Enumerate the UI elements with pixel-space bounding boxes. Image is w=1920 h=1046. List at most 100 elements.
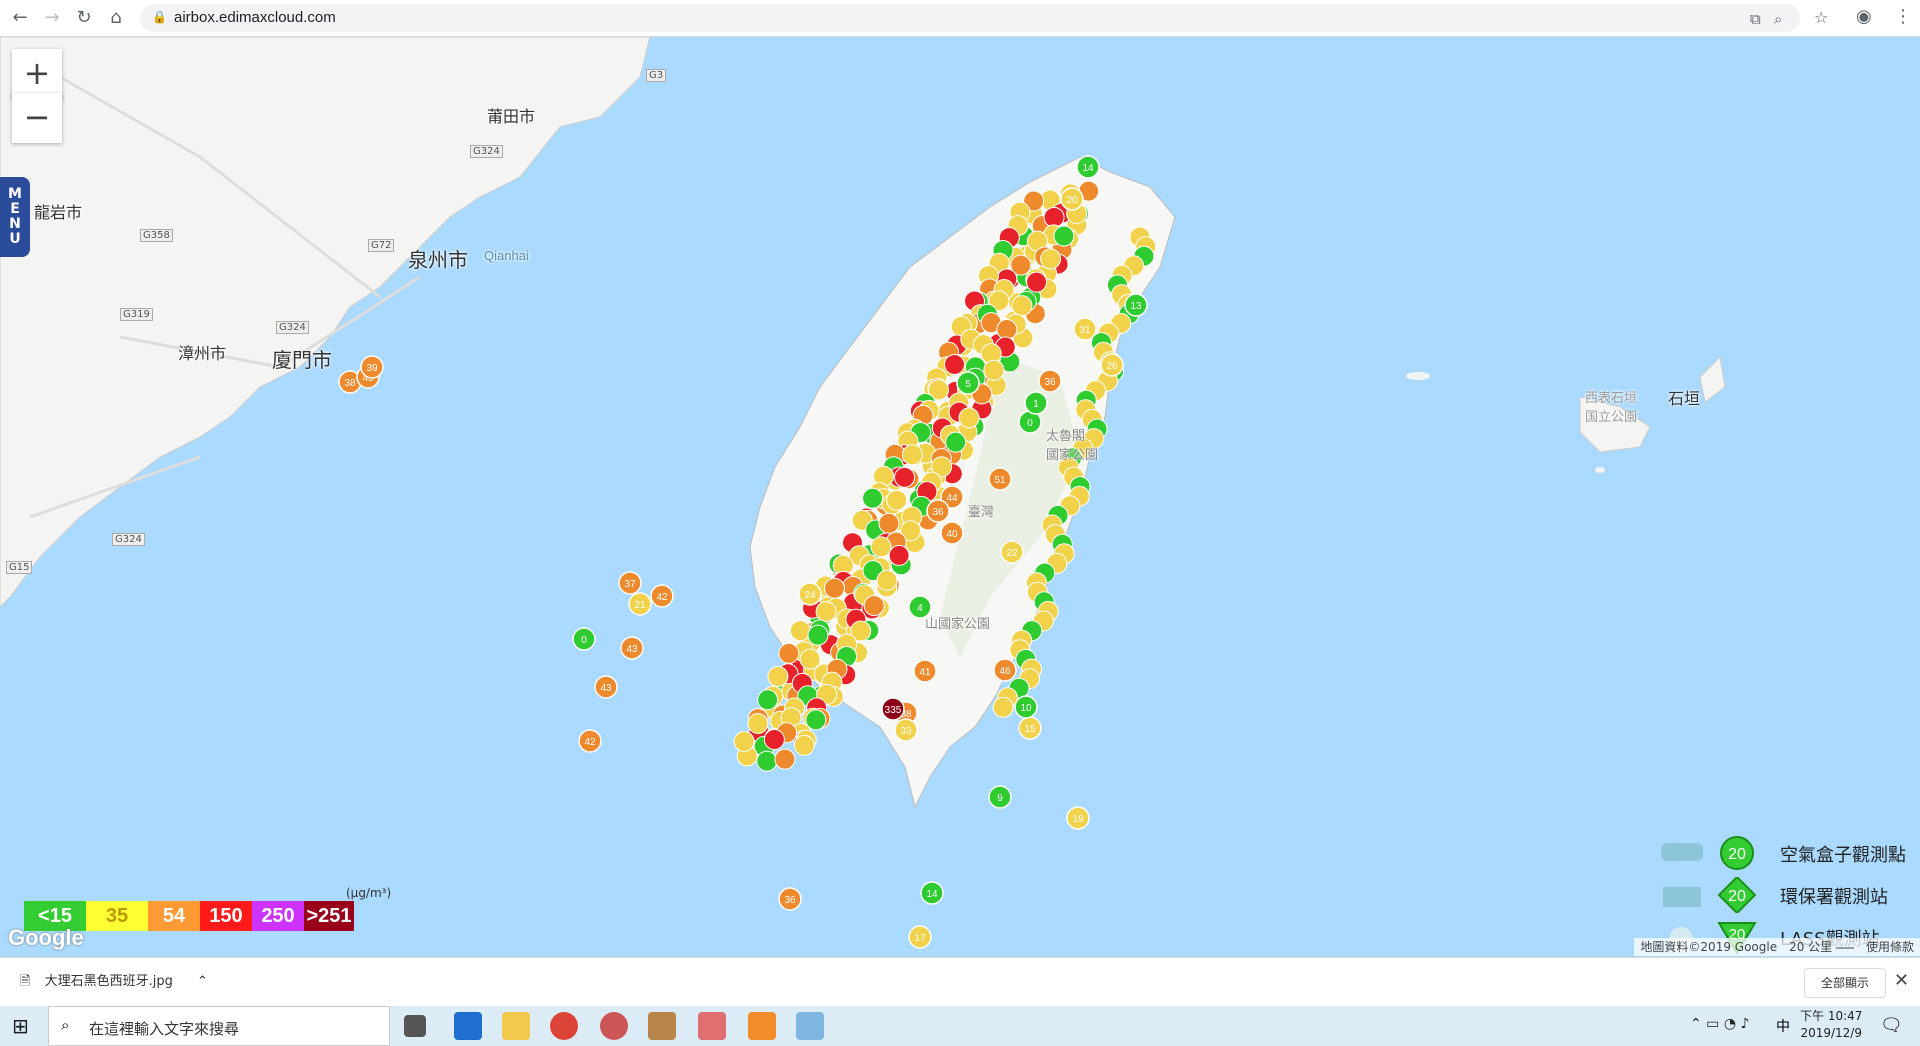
star-icon[interactable]: ☆ [1814,8,1828,27]
airbox-marker[interactable] [1026,271,1048,293]
airbox-marker[interactable] [824,577,846,599]
airbox-marker[interactable]: 335 [881,697,905,721]
airbox-marker[interactable]: 31 [1073,317,1097,341]
account-icon[interactable]: ◉ [1856,6,1872,27]
airbox-marker[interactable]: 26 [1100,353,1124,377]
airbox-marker[interactable] [862,487,884,509]
airbox-marker[interactable]: 9 [988,785,1012,809]
airbox-marker[interactable] [945,431,967,453]
airbox-marker[interactable] [863,595,885,617]
airbox-marker[interactable]: 1 [1024,391,1048,415]
airbox-marker[interactable] [807,624,829,646]
notification-icon[interactable]: 🗨 [1880,1015,1903,1036]
app-icon[interactable] [796,1012,824,1040]
close-icon[interactable]: ✕ [1894,970,1909,991]
file-explorer-icon[interactable] [502,1012,530,1040]
back-icon[interactable]: ← [8,6,32,30]
airbox-marker[interactable]: 36 [926,499,950,523]
home-icon[interactable]: ⌂ [104,6,128,30]
reload-icon[interactable]: ↻ [72,6,96,30]
airbox-marker[interactable]: 14 [920,881,944,905]
airbox-marker[interactable] [733,730,755,752]
airbox-marker[interactable]: 43 [594,675,618,699]
airbox-marker[interactable]: 14 [1076,155,1100,179]
app-icon[interactable] [698,1012,726,1040]
airbox-marker[interactable] [774,748,796,770]
airbox-marker[interactable]: 37 [618,571,642,595]
taskbar-search[interactable]: ⌕ 在這裡輸入文字來搜尋 [48,1006,390,1046]
airbox-marker[interactable] [763,729,785,751]
airbox-marker[interactable] [870,536,892,558]
airbox-marker[interactable]: 43 [620,636,644,660]
airbox-marker[interactable]: 19 [1066,806,1090,830]
airbox-marker[interactable]: 13 [1124,293,1148,317]
zoom-out-button[interactable]: − [12,93,62,143]
airbox-marker[interactable] [799,648,821,670]
airbox-marker[interactable] [983,359,1005,381]
airbox-marker[interactable]: 33 [894,718,918,742]
airbox-marker[interactable] [778,642,800,664]
task-view-icon[interactable] [404,1015,426,1037]
airbox-marker[interactable] [996,318,1018,340]
zoom-icon[interactable]: ⌕ [1774,10,1782,28]
airbox-marker[interactable] [1040,248,1062,270]
airbox-marker[interactable] [878,512,900,534]
airbox-marker[interactable] [958,407,980,429]
airbox-marker[interactable]: 39 [360,355,384,379]
menu-tab[interactable]: MENU [0,177,30,257]
ime-indicator[interactable]: 中 [1776,1016,1790,1036]
app-icon[interactable] [600,1012,628,1040]
airbox-marker[interactable] [757,689,779,711]
airbox-marker[interactable]: 24 [798,582,822,606]
more-icon[interactable]: ⋮ [1894,6,1912,27]
airbox-marker[interactable] [789,620,811,642]
map-canvas[interactable]: 38 45 39 37 21 42 43 0 43 42 14 20 24 5 0 1 36 51 44 40 36 4 4… [0,37,1920,957]
airbox-marker[interactable] [1053,225,1075,247]
show-all-button[interactable]: 全部顯示 [1804,968,1886,998]
translate-icon[interactable]: ⧉ [1750,10,1761,28]
airbox-marker[interactable]: 10 [1014,695,1038,719]
airbox-marker[interactable]: 42 [650,584,674,608]
airbox-marker[interactable]: 36 [1038,369,1062,393]
forward-icon[interactable]: → [40,6,64,30]
airbox-marker[interactable]: 0 [572,627,596,651]
airbox-marker[interactable] [992,696,1014,718]
airbox-marker[interactable]: 51 [988,467,1012,491]
airbox-marker[interactable]: 22 [1000,540,1024,564]
clock[interactable]: 下午 10:47 2019/12/9 [1800,1008,1862,1042]
blender-icon[interactable] [748,1012,776,1040]
airbox-marker[interactable]: 21 [628,592,652,616]
address-bar[interactable]: 🔒 airbox.edimaxcloud.com ⧉ ⌕ [140,4,1800,32]
edge-icon[interactable] [454,1012,482,1040]
airbox-marker[interactable]: 46 [993,658,1017,682]
airbox-marker[interactable] [793,734,815,756]
airbox-marker[interactable]: 42 [578,729,602,753]
airbox-marker[interactable]: 40 [940,521,964,545]
airbox-marker[interactable] [1011,295,1033,317]
airbox-marker[interactable] [1043,206,1065,228]
airbox-marker[interactable]: 41 [913,659,937,683]
airbox-marker[interactable]: 17 [908,925,932,949]
search-input[interactable]: 在這裡輸入文字來搜尋 [89,1018,239,1039]
airbox-marker[interactable] [943,353,965,375]
airbox-marker[interactable] [767,665,789,687]
airbox-marker[interactable] [747,713,769,735]
chevron-up-icon[interactable]: ⌃ [197,974,208,989]
airbox-marker[interactable] [756,750,778,772]
chrome-icon[interactable] [550,1012,578,1040]
airbox-marker[interactable]: 36 [778,887,802,911]
download-item[interactable]: 🗎 大理石黑色西班牙.jpg ⌃ [20,970,208,994]
airbox-marker[interactable] [894,466,916,488]
zoom-in-button[interactable]: + [12,49,62,99]
airbox-marker[interactable] [815,601,837,623]
tray-icons[interactable]: ⌃ ▭ ◔ ♪ [1690,1016,1749,1032]
airbox-marker[interactable] [888,544,910,566]
windows-start-icon[interactable]: ⊞ [12,1015,34,1037]
airbox-marker[interactable] [886,489,908,511]
airbox-marker[interactable]: 20 [1060,187,1084,211]
airbox-marker[interactable] [901,444,923,466]
airbox-marker[interactable]: 5 [956,371,980,395]
app-icon[interactable] [648,1012,676,1040]
airbox-marker[interactable] [876,569,898,591]
airbox-marker[interactable]: 15 [1018,716,1042,740]
